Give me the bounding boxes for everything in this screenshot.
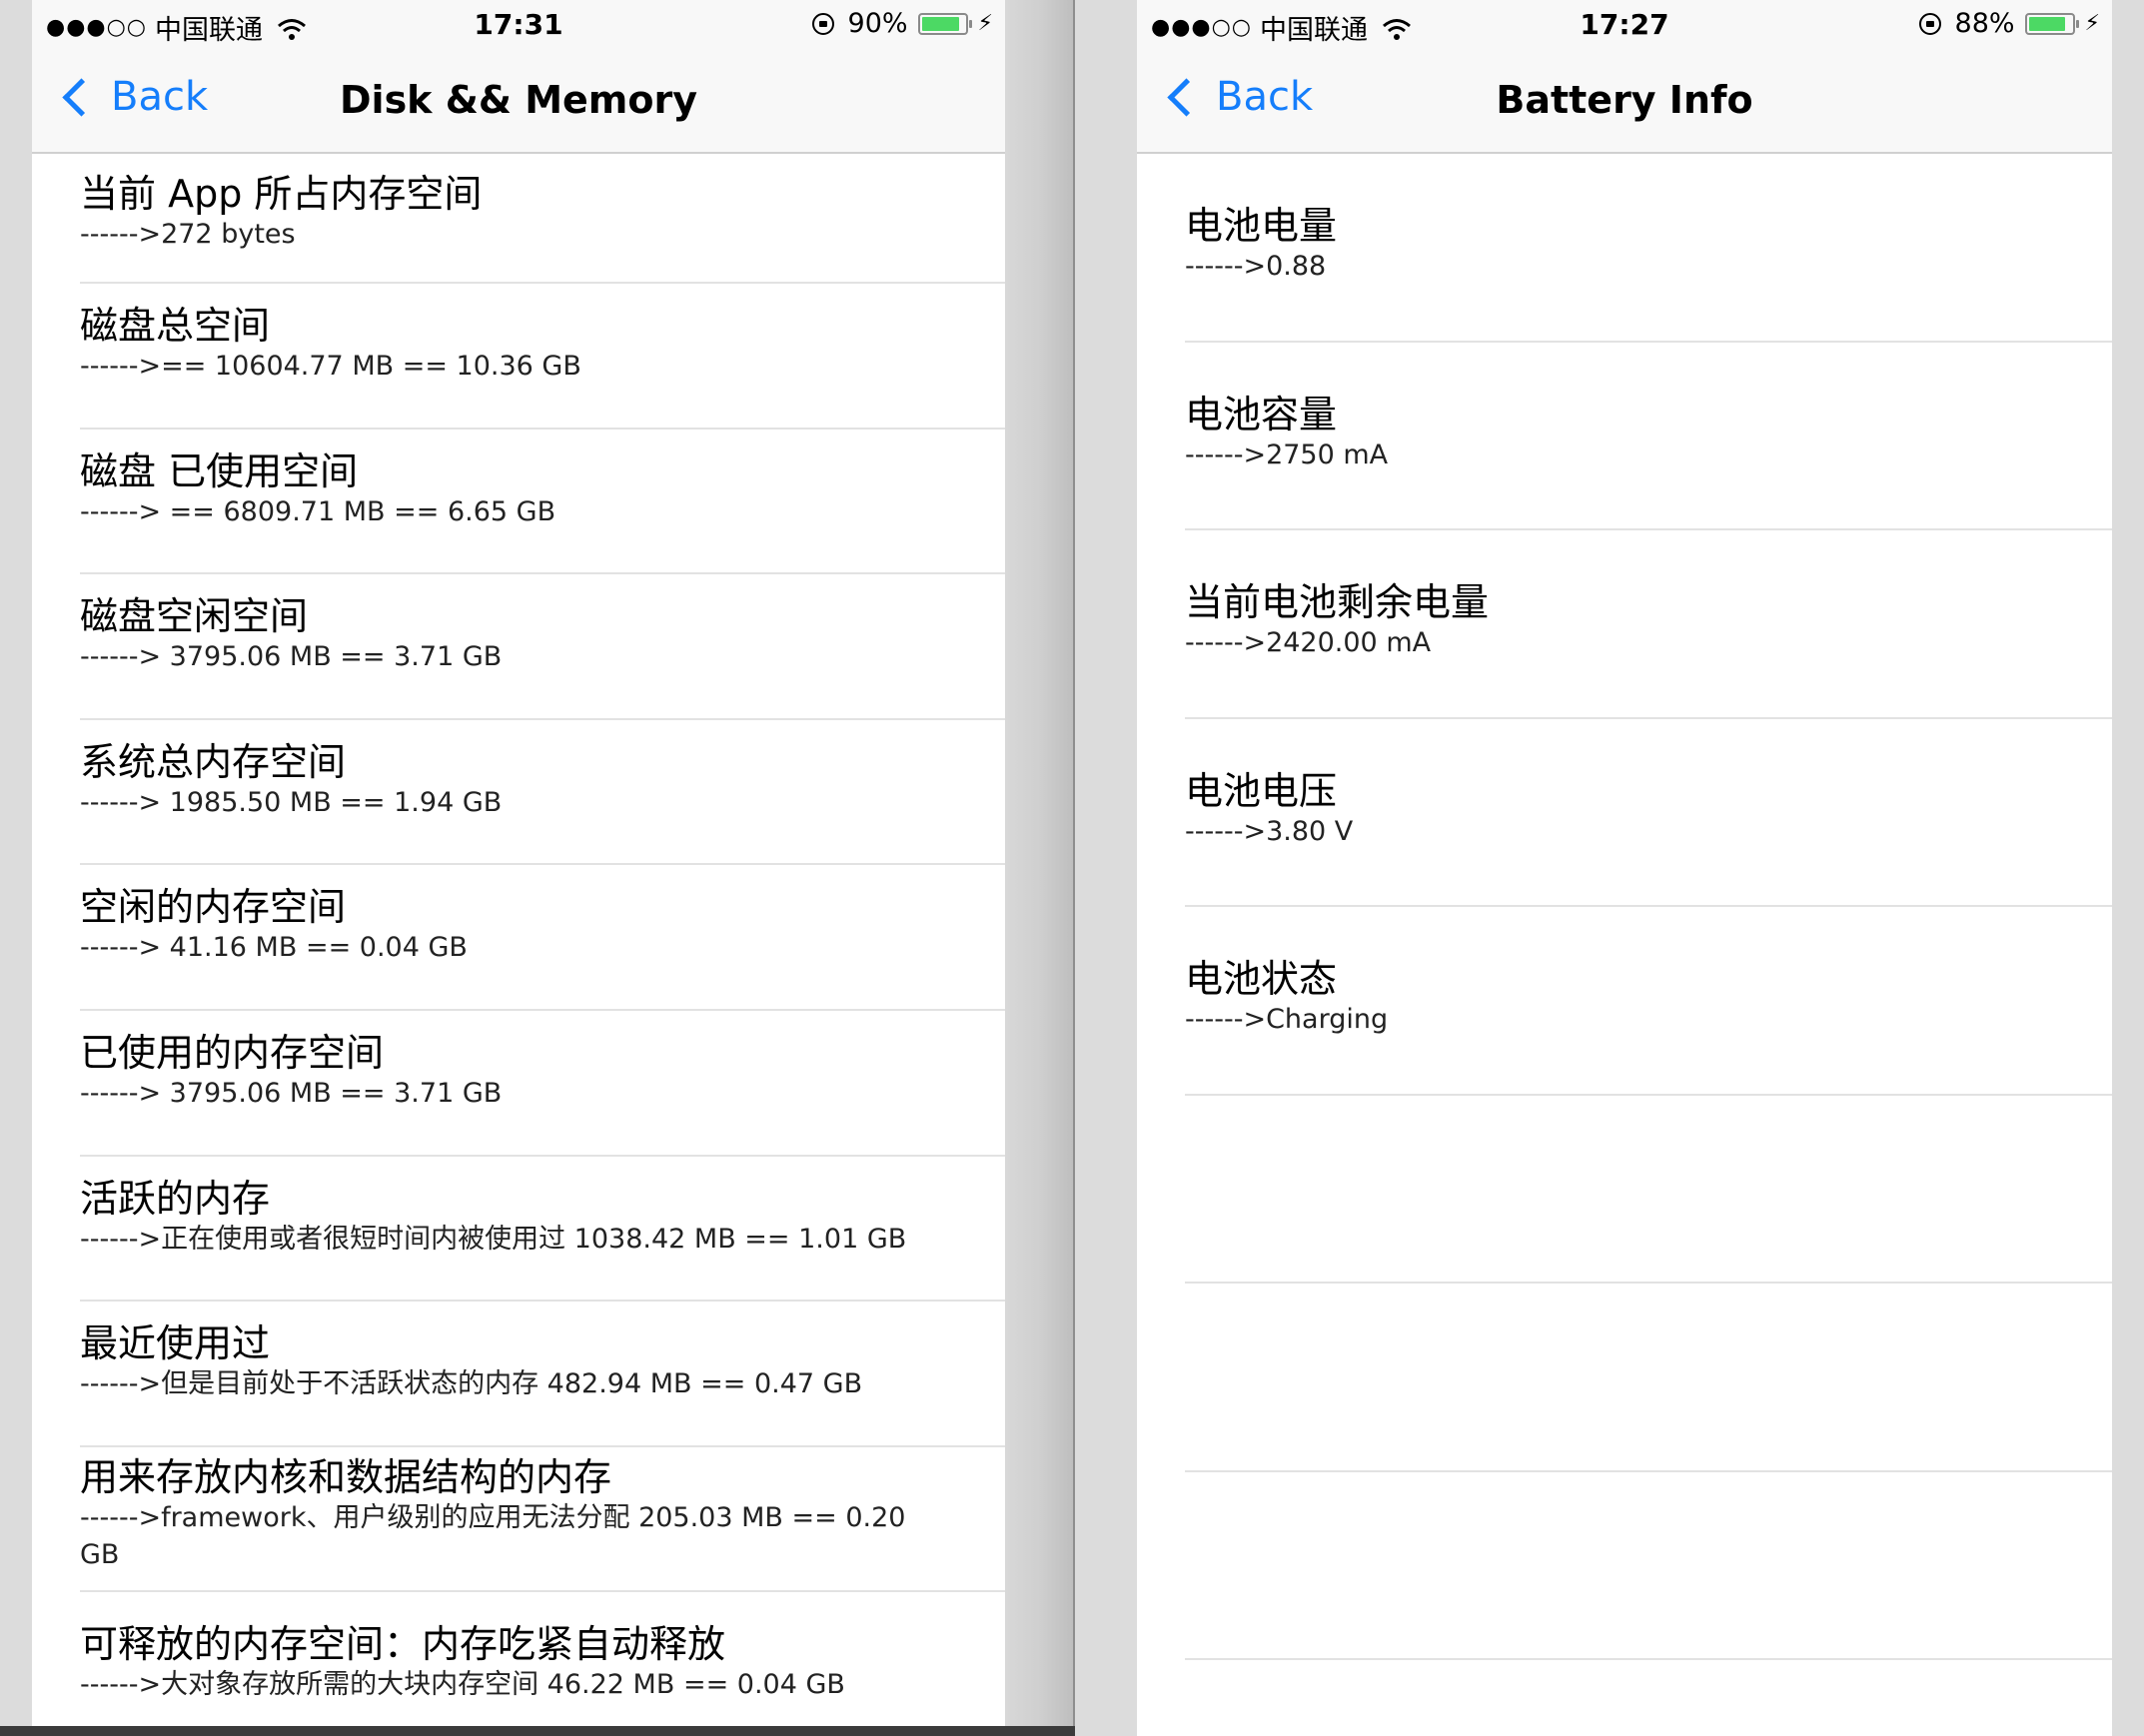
list-item[interactable]: 电池电量 ------>0.88 [1137, 154, 2112, 343]
charging-bolt-icon: ⚡ [2084, 11, 2100, 36]
battery-info-screen: ●●●○○ 中国联通 17:27 88% ⚡ Back Battery Info… [1137, 0, 2112, 1736]
divider-line [1073, 0, 1075, 1736]
item-detail: ------>2750 mA [1185, 438, 1389, 470]
list-item[interactable]: 磁盘 已使用空间 ------> == 6809.71 MB == 6.65 G… [32, 430, 1005, 575]
item-detail: ------>3.80 V [1185, 815, 1354, 847]
item-title: 当前电池剩余电量 [1185, 580, 1490, 624]
list-item[interactable]: 空闲的内存空间 ------> 41.16 MB == 0.04 GB [32, 865, 1005, 1011]
item-title: 空闲的内存空间 [80, 885, 347, 930]
status-bar: ●●●○○ 中国联通 17:31 90% ⚡ [32, 0, 1005, 52]
empty-row [1137, 1472, 2112, 1661]
bottom-dock-strip [0, 1726, 1075, 1736]
item-title: 活跃的内存 [80, 1176, 271, 1221]
item-detail: ------> 3795.06 MB == 3.71 GB [80, 641, 503, 673]
battery-percent: 90% [847, 8, 908, 39]
item-title: 可释放的内存空间：内存吃紧自动释放 [80, 1622, 726, 1667]
list-item[interactable]: 已使用的内存空间 ------> 3795.06 MB == 3.71 GB [32, 1011, 1005, 1157]
empty-row [1137, 1096, 2112, 1285]
empty-row [1137, 1284, 2112, 1472]
item-detail: ------>272 bytes [80, 219, 296, 250]
item-title: 电池电量 [1185, 204, 1338, 248]
orientation-lock-icon [811, 12, 834, 35]
item-title: 已使用的内存空间 [80, 1030, 385, 1075]
page-title: Disk && Memory [340, 78, 697, 122]
battery-icon [917, 12, 972, 35]
item-title: 电池状态 [1185, 957, 1338, 1001]
item-title: 系统总内存空间 [80, 739, 347, 784]
item-detail: ------>== 10604.77 MB == 10.36 GB [80, 351, 581, 382]
item-detail: ------>0.88 [1185, 251, 1327, 282]
item-detail: ------>正在使用或者很短时间内被使用过 1038.42 MB == 1.0… [80, 1223, 907, 1255]
list-item[interactable]: 磁盘空闲空间 ------> 3795.06 MB == 3.71 GB [32, 574, 1005, 720]
orientation-lock-icon [1918, 12, 1941, 35]
charging-bolt-icon: ⚡ [977, 11, 993, 36]
status-right: 90% ⚡ [811, 8, 993, 39]
page-title: Battery Info [1496, 78, 1753, 122]
item-title: 磁盘总空间 [80, 304, 271, 348]
navigation-bar: Back Battery Info [1137, 52, 2112, 154]
list-item[interactable]: 当前 App 所占内存空间 ------>272 bytes [32, 154, 1005, 284]
item-detail: ------> 1985.50 MB == 1.94 GB [80, 786, 503, 818]
item-detail: ------>framework、用户级别的应用无法分配 205.03 MB =… [80, 1501, 906, 1570]
list-item[interactable]: 用来存放内核和数据结构的内存 ------>framework、用户级别的应用无… [32, 1447, 1005, 1593]
disk-memory-screen: ●●●○○ 中国联通 17:31 90% ⚡ Back Disk && Memo… [32, 0, 1005, 1726]
battery-fill [2028, 16, 2066, 31]
battery-icon [2024, 12, 2079, 35]
list-item[interactable]: 电池电压 ------>3.80 V [1137, 719, 2112, 908]
status-bar: ●●●○○ 中国联通 17:27 88% ⚡ [1137, 0, 2112, 52]
list-item[interactable]: 当前电池剩余电量 ------>2420.00 mA [1137, 530, 2112, 719]
item-detail: ------>但是目前处于不活跃状态的内存 482.94 MB == 0.47 … [80, 1368, 863, 1400]
item-title: 用来存放内核和数据结构的内存 [80, 1454, 612, 1499]
item-detail: ------> 41.16 MB == 0.04 GB [80, 932, 468, 964]
item-title: 磁盘 已使用空间 [80, 448, 359, 493]
item-title: 磁盘空闲空间 [80, 594, 309, 639]
item-detail: ------>2420.00 mA [1185, 627, 1432, 658]
list-item[interactable]: 系统总内存空间 ------> 1985.50 MB == 1.94 GB [32, 720, 1005, 866]
item-title: 当前 App 所占内存空间 [80, 172, 483, 216]
info-list: 电池电量 ------>0.88 电池容量 ------>2750 mA 当前电… [1137, 154, 2112, 1660]
list-item[interactable]: 电池状态 ------>Charging [1137, 907, 2112, 1096]
item-detail: ------> == 6809.71 MB == 6.65 GB [80, 495, 556, 527]
list-item[interactable]: 活跃的内存 ------>正在使用或者很短时间内被使用过 1038.42 MB … [32, 1157, 1005, 1302]
item-detail: ------>Charging [1185, 1004, 1389, 1035]
battery-percent: 88% [1954, 8, 2015, 39]
item-title: 最近使用过 [80, 1321, 271, 1366]
list-item[interactable]: 磁盘总空间 ------>== 10604.77 MB == 10.36 GB [32, 284, 1005, 430]
list-item[interactable]: 可释放的内存空间：内存吃紧自动释放 ------>大对象存放所需的大块内存空间 … [32, 1592, 1005, 1726]
status-right: 88% ⚡ [1918, 8, 2100, 39]
item-title: 电池电压 [1185, 768, 1338, 813]
list-item[interactable]: 电池容量 ------>2750 mA [1137, 343, 2112, 531]
item-detail: ------> 3795.06 MB == 3.71 GB [80, 1077, 503, 1109]
navigation-bar: Back Disk && Memory [32, 52, 1005, 154]
item-title: 电池容量 [1185, 392, 1338, 436]
item-detail: ------>大对象存放所需的大块内存空间 46.22 MB == 0.04 G… [80, 1669, 845, 1701]
list-item[interactable]: 最近使用过 ------>但是目前处于不活跃状态的内存 482.94 MB ==… [32, 1302, 1005, 1447]
info-list: 当前 App 所占内存空间 ------>272 bytes 磁盘总空间 ---… [32, 154, 1005, 1726]
battery-fill [921, 16, 959, 31]
window-divider [1005, 0, 1075, 1736]
